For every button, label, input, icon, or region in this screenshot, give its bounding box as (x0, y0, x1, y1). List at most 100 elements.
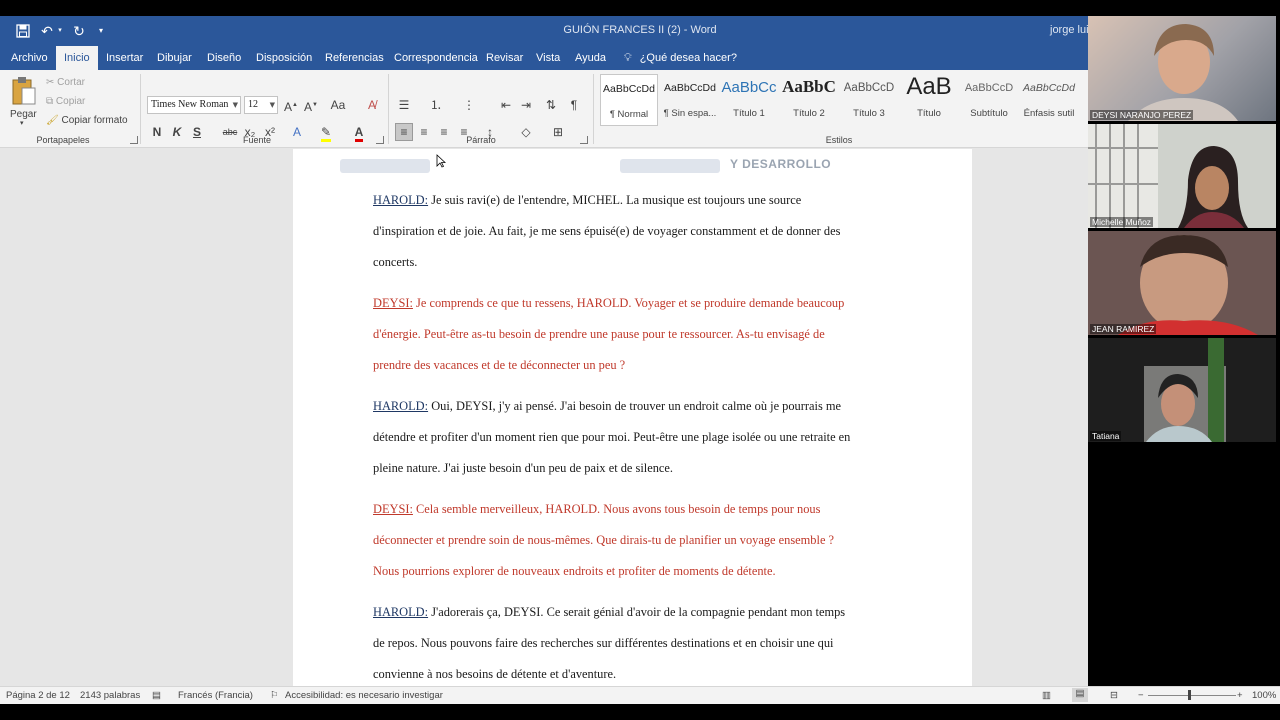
group-label-styles: Estilos (825, 135, 853, 145)
shading-icon[interactable]: ◇ (518, 124, 534, 140)
copy-icon: ⧉ (46, 96, 56, 107)
dialogue-paragraph[interactable]: DEYSI: Je comprends ce que tu ressens, H… (373, 288, 893, 381)
word-count[interactable]: 2143 palabras (80, 690, 140, 701)
italic-button[interactable]: K (169, 124, 185, 140)
tab-vista[interactable]: Vista (536, 46, 560, 70)
align-center-icon[interactable]: ≡ (416, 124, 432, 140)
zoom-area: ⊟ − + 100% (1088, 686, 1280, 704)
paragraph-text: Je suis ravi(e) de l'entendre, MICHEL. L… (431, 193, 802, 207)
language-indicator[interactable]: Francés (Francia) (178, 690, 253, 701)
group-label-font: Fuente (242, 135, 272, 145)
tab-disposicion[interactable]: Disposición (256, 46, 312, 70)
chevron-down-icon: ▼ (232, 101, 238, 109)
proofing-icon[interactable]: ▤ (152, 690, 161, 701)
shrink-font-icon[interactable]: A▼ (303, 97, 319, 114)
align-left-icon[interactable]: ≡ (395, 123, 413, 141)
paragraph-line: prendre des vacances et de te déconnecte… (373, 358, 626, 372)
zoom-in-icon[interactable]: + (1237, 690, 1243, 701)
tab-referencias[interactable]: Referencias (325, 46, 384, 70)
zoom-slider[interactable] (1148, 695, 1236, 696)
zoom-slider-thumb[interactable] (1188, 690, 1191, 700)
cut-button[interactable]: ✂ Cortar (46, 77, 85, 88)
zoom-level[interactable]: 100% (1252, 690, 1276, 701)
dialogue-paragraph[interactable]: HAROLD: Oui, DEYSI, j'y ai pensé. J'ai b… (373, 391, 893, 484)
speaker-name: HAROLD: (373, 605, 429, 619)
style-heading-3[interactable]: AaBbCcD Título 3 (840, 74, 898, 126)
grow-font-icon[interactable]: A▲ (283, 97, 299, 114)
tab-archivo[interactable]: Archivo (11, 46, 48, 70)
tab-correspondencia[interactable]: Correspondencia (394, 46, 478, 70)
bold-button[interactable]: N (149, 124, 165, 140)
style-name: Título 2 (793, 108, 825, 119)
style-title[interactable]: AaB Título (900, 74, 958, 126)
tell-me-search[interactable]: 💡︎ ¿Qué desea hacer? (624, 46, 737, 70)
font-color-icon[interactable]: A (351, 124, 367, 142)
borders-icon[interactable]: ⊞ (550, 124, 566, 140)
font-family-select[interactable]: Times New Roman ▼ (147, 96, 241, 114)
font-size-select[interactable]: 12 ▼ (244, 96, 278, 114)
paste-button[interactable]: Pegar ▾ (8, 74, 40, 127)
participant-video (1118, 235, 1258, 335)
align-right-icon[interactable]: ≡ (436, 124, 452, 140)
paragraph-launcher-icon[interactable] (580, 136, 588, 144)
signed-in-user[interactable]: jorge luis (1050, 24, 1088, 36)
style-subtitle[interactable]: AaBbCcD Subtítulo (960, 74, 1018, 126)
sort-icon[interactable]: ⇅ (543, 97, 559, 113)
zoom-out-icon[interactable]: − (1138, 690, 1144, 701)
clear-formatting-icon[interactable]: A̸ (364, 97, 380, 113)
numbering-icon[interactable]: ⒈ (428, 97, 444, 113)
decrease-indent-icon[interactable]: ⇤ (498, 97, 514, 113)
clipboard-launcher-icon[interactable] (130, 136, 138, 144)
copy-button[interactable]: ⧉ Copiar (46, 96, 85, 107)
read-mode-icon[interactable]: ▥ (1042, 690, 1051, 701)
dialogue-paragraph[interactable]: HAROLD: J'adorerais ça, DEYSI. Ce serait… (373, 597, 893, 686)
participant-tile[interactable]: JEAN RAMIREZ (1088, 231, 1276, 335)
document-area[interactable]: Y DESARROLLO HAROLD: Je suis ravi(e) de … (0, 149, 1088, 686)
tab-diseno[interactable]: Diseño (207, 46, 241, 70)
speaker-name: DEYSI: (373, 502, 413, 516)
copy-label: Copiar (55, 96, 86, 107)
bullets-icon[interactable]: ☰ (396, 97, 412, 113)
paragraph-line: Nous pourrions explorer de nouveaux endr… (373, 564, 776, 578)
speaker-name: HAROLD: (373, 399, 429, 413)
participant-tile[interactable]: Tatiana (1088, 338, 1276, 442)
underline-button[interactable]: S (189, 124, 205, 140)
participant-tile[interactable]: DEYSI NARANJO PEREZ (1088, 16, 1276, 121)
tab-dibujar[interactable]: Dibujar (157, 46, 192, 70)
dialogue-paragraph[interactable]: DEYSI: Cela semble merveilleux, HAROLD. … (373, 494, 893, 587)
document-title: GUIÓN FRANCES II (2) - Word (563, 24, 717, 36)
style-normal[interactable]: AaBbCcDd ¶ Normal (600, 74, 658, 126)
dialogue-paragraph[interactable]: HAROLD: Je suis ravi(e) de l'entendre, M… (373, 185, 893, 278)
speaker-name: DEYSI: (373, 296, 413, 310)
style-name: Énfasis sutil (1023, 108, 1075, 119)
participant-tile[interactable]: Michelle Muñoz (1088, 124, 1276, 228)
style-heading-1[interactable]: AaBbCc Título 1 (720, 74, 778, 126)
style-no-spacing[interactable]: AaBbCcDd ¶ Sin espa... (660, 74, 720, 126)
format-painter-button[interactable]: 🖌︎ Copiar formato (46, 115, 128, 126)
participant-video (1088, 124, 1248, 228)
cut-label: Cortar (57, 77, 85, 88)
multilevel-list-icon[interactable]: ⋮ (461, 97, 477, 113)
text-effects-icon[interactable]: A (289, 124, 305, 140)
paragraph-line: HAROLD: Oui, DEYSI, j'y ai pensé. J'ai b… (373, 391, 893, 422)
style-subtle-emphasis[interactable]: AaBbCcDd Énfasis sutil (1020, 74, 1078, 126)
tab-ayuda[interactable]: Ayuda (575, 46, 606, 70)
page-count[interactable]: Página 2 de 12 (6, 690, 70, 701)
tab-inicio[interactable]: Inicio (56, 46, 98, 70)
accessibility-status[interactable]: Accesibilidad: es necesario investigar (285, 690, 443, 701)
font-launcher-icon[interactable] (376, 136, 384, 144)
tell-me-label: ¿Qué desea hacer? (639, 52, 737, 64)
show-marks-icon[interactable]: ¶ (566, 97, 582, 113)
accessibility-icon[interactable]: ⚐ (270, 690, 279, 701)
web-layout-icon[interactable]: ⊟ (1110, 690, 1118, 701)
print-layout-icon[interactable]: ▤ (1072, 688, 1088, 702)
style-heading-2[interactable]: AaBbC Título 2 (780, 74, 838, 126)
tab-revisar[interactable]: Revisar (486, 46, 523, 70)
paragraph-line: HAROLD: Je suis ravi(e) de l'entendre, M… (373, 185, 893, 216)
highlight-icon[interactable]: ✎ (318, 124, 334, 142)
paragraph-text: Oui, DEYSI, j'y ai pensé. J'ai besoin de… (431, 399, 841, 413)
mouse-cursor-icon (436, 154, 446, 168)
increase-indent-icon[interactable]: ⇥ (518, 97, 534, 113)
tab-insertar[interactable]: Insertar (106, 46, 143, 70)
change-case-button[interactable]: Aa (327, 97, 349, 113)
